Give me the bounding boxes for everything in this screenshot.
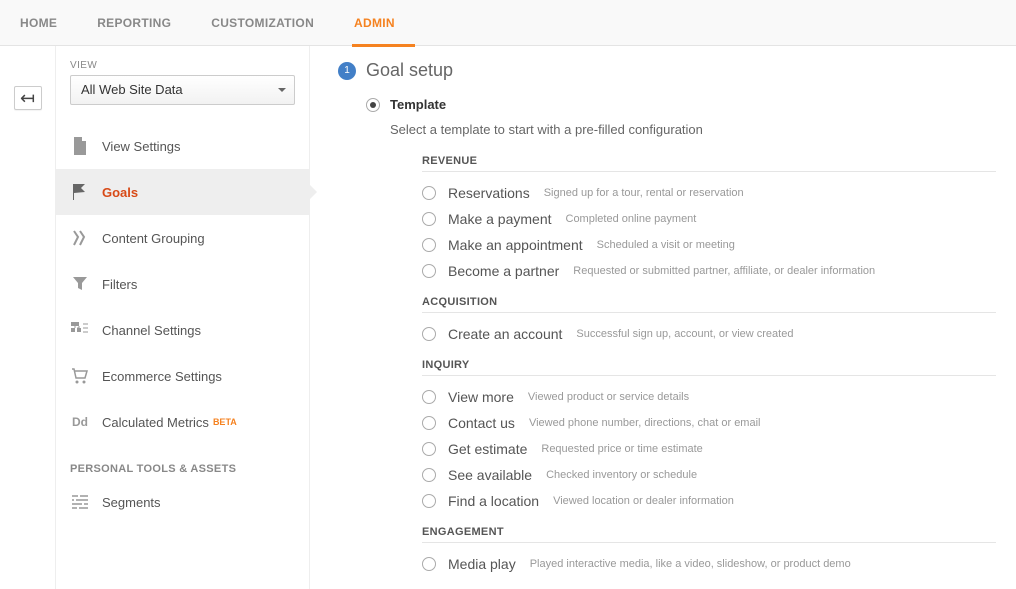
group-revenue: REVENUE Reservations Signed up for a tou… [366, 155, 996, 284]
view-label: VIEW [56, 60, 309, 75]
option-find-location[interactable]: Find a location Viewed location or deale… [422, 488, 996, 514]
option-label: See available [448, 467, 532, 483]
group-title: ENGAGEMENT [422, 526, 996, 543]
nav-tab-customization[interactable]: CUSTOMIZATION [191, 0, 334, 46]
funnel-icon [70, 274, 90, 294]
option-label: Reservations [448, 185, 530, 201]
option-label: Get estimate [448, 441, 527, 457]
group-title: ACQUISITION [422, 296, 996, 313]
grouping-icon [70, 228, 90, 248]
sidebar-item-label: Content Grouping [102, 231, 205, 246]
group-title: INQUIRY [422, 359, 996, 376]
option-desc: Played interactive media, like a video, … [530, 558, 851, 570]
option-create-account[interactable]: Create an account Successful sign up, ac… [422, 321, 996, 347]
option-view-more[interactable]: View more Viewed product or service deta… [422, 384, 996, 410]
left-gutter: ↤ [0, 46, 56, 589]
step-header: 1 Goal setup [338, 60, 996, 81]
option-desc: Viewed phone number, directions, chat or… [529, 417, 761, 429]
option-media-play[interactable]: Media play Played interactive media, lik… [422, 551, 996, 577]
option-make-appointment[interactable]: Make an appointment Scheduled a visit or… [422, 232, 996, 258]
option-radio[interactable] [422, 264, 436, 278]
sidebar-item-content-grouping[interactable]: Content Grouping [56, 215, 309, 261]
option-radio[interactable] [422, 442, 436, 456]
option-radio[interactable] [422, 390, 436, 404]
sidebar-item-label: Filters [102, 277, 137, 292]
option-become-partner[interactable]: Become a partner Requested or submitted … [422, 258, 996, 284]
template-radio[interactable] [366, 98, 380, 112]
option-label: Contact us [448, 415, 515, 431]
option-desc: Requested price or time estimate [541, 443, 702, 455]
view-select[interactable]: All Web Site Data [70, 75, 295, 105]
main-content: 1 Goal setup Template Select a template … [310, 46, 1016, 589]
beta-badge: BETA [213, 417, 237, 427]
option-label: Make an appointment [448, 237, 583, 253]
option-desc: Viewed location or dealer information [553, 495, 734, 507]
sidebar-item-label: Calculated Metrics [102, 415, 209, 430]
nav-tab-admin[interactable]: ADMIN [334, 0, 415, 46]
template-hint: Select a template to start with a pre-fi… [366, 122, 996, 137]
back-arrow-icon: ↤ [20, 88, 35, 108]
option-make-payment[interactable]: Make a payment Completed online payment [422, 206, 996, 232]
sidebar: VIEW All Web Site Data View Settings Goa… [56, 46, 310, 589]
option-radio[interactable] [422, 557, 436, 571]
group-title: REVENUE [422, 155, 996, 172]
option-radio[interactable] [422, 212, 436, 226]
view-select-value: All Web Site Data [81, 82, 183, 97]
option-label: Find a location [448, 493, 539, 509]
option-desc: Successful sign up, account, or view cre… [576, 328, 793, 340]
option-desc: Requested or submitted partner, affiliat… [573, 265, 875, 277]
option-desc: Completed online payment [566, 213, 697, 225]
option-radio[interactable] [422, 416, 436, 430]
sidebar-item-label: Goals [102, 185, 138, 200]
nav-tab-reporting[interactable]: REPORTING [77, 0, 191, 46]
option-label: Make a payment [448, 211, 552, 227]
option-desc: Scheduled a visit or meeting [597, 239, 735, 251]
sidebar-item-label: Channel Settings [102, 323, 201, 338]
sidebar-item-label: Ecommerce Settings [102, 369, 222, 384]
sidebar-item-label: View Settings [102, 139, 181, 154]
group-inquiry: INQUIRY View more Viewed product or serv… [366, 359, 996, 514]
sidebar-item-segments[interactable]: Segments [56, 479, 309, 525]
caret-down-icon [278, 88, 286, 92]
option-radio[interactable] [422, 327, 436, 341]
option-desc: Checked inventory or schedule [546, 469, 697, 481]
option-desc: Viewed product or service details [528, 391, 689, 403]
option-radio[interactable] [422, 238, 436, 252]
group-engagement: ENGAGEMENT Media play Played interactive… [366, 526, 996, 577]
option-reservations[interactable]: Reservations Signed up for a tour, renta… [422, 180, 996, 206]
top-nav: HOME REPORTING CUSTOMIZATION ADMIN [0, 0, 1016, 46]
option-contact-us[interactable]: Contact us Viewed phone number, directio… [422, 410, 996, 436]
option-see-available[interactable]: See available Checked inventory or sched… [422, 462, 996, 488]
template-radio-label: Template [390, 97, 446, 112]
sidebar-item-goals[interactable]: Goals [56, 169, 309, 215]
nav-tab-home[interactable]: HOME [20, 0, 77, 46]
option-radio[interactable] [422, 186, 436, 200]
option-label: Become a partner [448, 263, 559, 279]
option-desc: Signed up for a tour, rental or reservat… [544, 187, 744, 199]
sidebar-item-calculated-metrics[interactable]: Dd Calculated Metrics BETA [56, 399, 309, 445]
cart-icon [70, 366, 90, 386]
template-radio-row[interactable]: Template [366, 97, 996, 112]
sidebar-item-ecommerce-settings[interactable]: Ecommerce Settings [56, 353, 309, 399]
sidebar-section-personal-tools: PERSONAL TOOLS & ASSETS [56, 445, 309, 479]
group-acquisition: ACQUISITION Create an account Successful… [366, 296, 996, 347]
sidebar-item-channel-settings[interactable]: Channel Settings [56, 307, 309, 353]
option-label: View more [448, 389, 514, 405]
back-button[interactable]: ↤ [14, 86, 42, 110]
segments-icon [70, 492, 90, 512]
dd-icon: Dd [70, 412, 90, 432]
flag-icon [70, 182, 90, 202]
option-label: Media play [448, 556, 516, 572]
document-icon [70, 136, 90, 156]
option-get-estimate[interactable]: Get estimate Requested price or time est… [422, 436, 996, 462]
sidebar-item-filters[interactable]: Filters [56, 261, 309, 307]
option-radio[interactable] [422, 468, 436, 482]
step-number-badge: 1 [338, 62, 356, 80]
option-label: Create an account [448, 326, 562, 342]
option-radio[interactable] [422, 494, 436, 508]
step-title: Goal setup [366, 60, 453, 81]
sidebar-item-label: Segments [102, 495, 161, 510]
sidebar-item-view-settings[interactable]: View Settings [56, 123, 309, 169]
channel-icon [70, 320, 90, 340]
